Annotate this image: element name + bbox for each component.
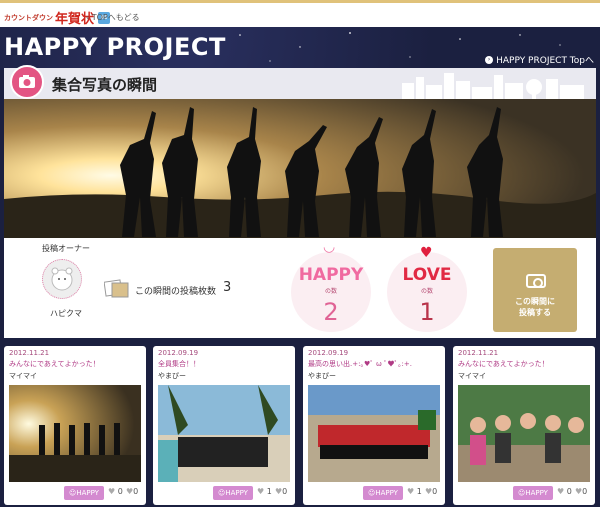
photo-card[interactable]: 2012.09.19 最高の思い出.+:｡♥ﾟ ω ﾟ♥ﾟ｡:+. やまぴー ☺… xyxy=(303,346,445,505)
card-date: 2012.11.21 xyxy=(9,349,50,357)
camera-icon xyxy=(10,65,44,99)
project-top-link[interactable]: › HAPPY PROJECT Topへ xyxy=(485,53,594,66)
love-button[interactable]: ♥0 xyxy=(425,487,437,496)
card-photo[interactable] xyxy=(308,385,440,482)
card-title[interactable]: みんなにであえてよかった！ xyxy=(9,359,100,369)
heart-outline-icon: ♥ xyxy=(108,487,116,496)
post-to-moment-button[interactable]: この瞬間に 投稿する xyxy=(493,248,577,332)
post-button-line2: 投稿する xyxy=(519,308,551,317)
card-love-count: 0 xyxy=(282,487,288,496)
card-happy-count: 1 xyxy=(266,487,272,496)
photo-count-label: この瞬間の投稿枚数 xyxy=(135,287,217,297)
back-to-top-link[interactable]: ‹ TOPへもどる xyxy=(86,12,140,23)
love-button[interactable]: ♥0 xyxy=(575,487,587,496)
photo-stack-icon xyxy=(103,278,130,300)
heart-outline-icon: ♥ xyxy=(407,487,415,496)
photo-card[interactable]: 2012.11.21 みんなにであえてよかった！ マイマイ ☺HAPPY ♥ 0… xyxy=(453,346,595,505)
back-link-label: TOPへもどる xyxy=(91,13,140,22)
happy-meter: ◡ HAPPY の数 2 xyxy=(291,239,371,334)
happy-button-label: HAPPY xyxy=(76,489,99,497)
smile-icon: ◡ xyxy=(323,239,336,255)
top-bar: カウントダウン 年賀状 ✉ ‹ TOPへもどる xyxy=(0,0,600,27)
card-date: 2012.09.19 xyxy=(308,349,349,357)
brand-small-text: カウントダウン xyxy=(4,13,53,22)
card-happy-count: 0 xyxy=(566,487,572,496)
happy-button-label: HAPPY xyxy=(375,489,398,497)
section-title: 集合写真の瞬間 xyxy=(52,76,158,94)
owner-avatar[interactable] xyxy=(42,259,82,299)
card-love-count: 0 xyxy=(133,487,139,496)
card-user[interactable]: マイマイ xyxy=(9,371,37,381)
photo-count-value: 3 xyxy=(223,280,232,295)
photo-card[interactable]: 2012.11.21 みんなにであえてよかった！ マイマイ ☺HAPPY ♥ 0… xyxy=(4,346,146,505)
card-user[interactable]: やまぴー xyxy=(158,371,186,381)
card-date: 2012.09.19 xyxy=(158,349,199,357)
happy-count-badge: ♥ 1 xyxy=(257,487,272,496)
card-happy-count: 0 xyxy=(117,487,123,496)
page-header: HAPPY PROJECT › HAPPY PROJECT Topへ xyxy=(0,27,600,70)
card-date: 2012.11.21 xyxy=(458,349,499,357)
happy-button[interactable]: ☺HAPPY xyxy=(213,486,253,500)
happy-sub-label: の数 xyxy=(324,288,337,295)
card-love-count: 0 xyxy=(582,487,588,496)
page-title: HAPPY PROJECT xyxy=(4,33,226,61)
happy-button[interactable]: ☺HAPPY xyxy=(513,486,553,500)
love-sub-label: の数 xyxy=(420,288,433,295)
happy-button-label: HAPPY xyxy=(525,489,548,497)
love-meter: ♥ LOVE の数 1 xyxy=(387,242,467,334)
post-button-line1: この瞬間に xyxy=(515,297,555,306)
card-user[interactable]: やまぴー xyxy=(308,371,336,381)
love-button[interactable]: ♥0 xyxy=(126,487,138,496)
heart-outline-icon: ♥ xyxy=(257,487,265,496)
card-photo[interactable] xyxy=(9,385,141,482)
card-love-count: 0 xyxy=(432,487,438,496)
happy-count: 2 xyxy=(323,298,339,326)
love-button[interactable]: ♥0 xyxy=(275,487,287,496)
owner-name: ハピクマ xyxy=(50,309,82,318)
section-heading: 集合写真の瞬間 xyxy=(4,65,596,99)
heart-icon: ♥ xyxy=(420,245,433,261)
card-photo[interactable] xyxy=(458,385,590,482)
card-photo[interactable] xyxy=(158,385,290,482)
love-label: LOVE xyxy=(402,265,452,285)
city-skyline-decoration xyxy=(402,73,584,99)
post-button-label: この瞬間に 投稿する xyxy=(493,296,577,318)
owner-label: 投稿オーナー xyxy=(42,244,90,253)
heart-outline-icon: ♥ xyxy=(557,487,565,496)
card-user[interactable]: マイマイ xyxy=(458,371,486,381)
happy-button-label: HAPPY xyxy=(225,489,248,497)
moment-info-panel: 投稿オーナー ハピクマ この瞬間の投稿枚数 3 ◡ HAPPY の数 2 ♥ L… xyxy=(4,238,596,338)
card-happy-count: 1 xyxy=(416,487,422,496)
happy-button[interactable]: ☺HAPPY xyxy=(363,486,403,500)
hero-photo xyxy=(4,99,596,238)
card-title[interactable]: 全員集合！！ xyxy=(158,359,200,369)
card-title[interactable]: 最高の思い出.+:｡♥ﾟ ω ﾟ♥ﾟ｡:+. xyxy=(308,359,412,369)
project-top-link-label: HAPPY PROJECT Topへ xyxy=(496,56,594,66)
love-count: 1 xyxy=(419,298,435,326)
card-title[interactable]: みんなにであえてよかった！ xyxy=(458,359,549,369)
camera-icon xyxy=(526,274,546,288)
happy-count-badge: ♥ 0 xyxy=(557,487,572,496)
happy-count-badge: ♥ 1 xyxy=(407,487,422,496)
happy-label: HAPPY xyxy=(298,265,364,285)
photo-card[interactable]: 2012.09.19 全員集合！！ やまぴー ☺HAPPY ♥ 1 ♥0 xyxy=(153,346,295,505)
happy-count-badge: ♥ 0 xyxy=(108,487,123,496)
arrow-circle-icon: › xyxy=(485,55,494,64)
happy-button[interactable]: ☺HAPPY xyxy=(64,486,104,500)
